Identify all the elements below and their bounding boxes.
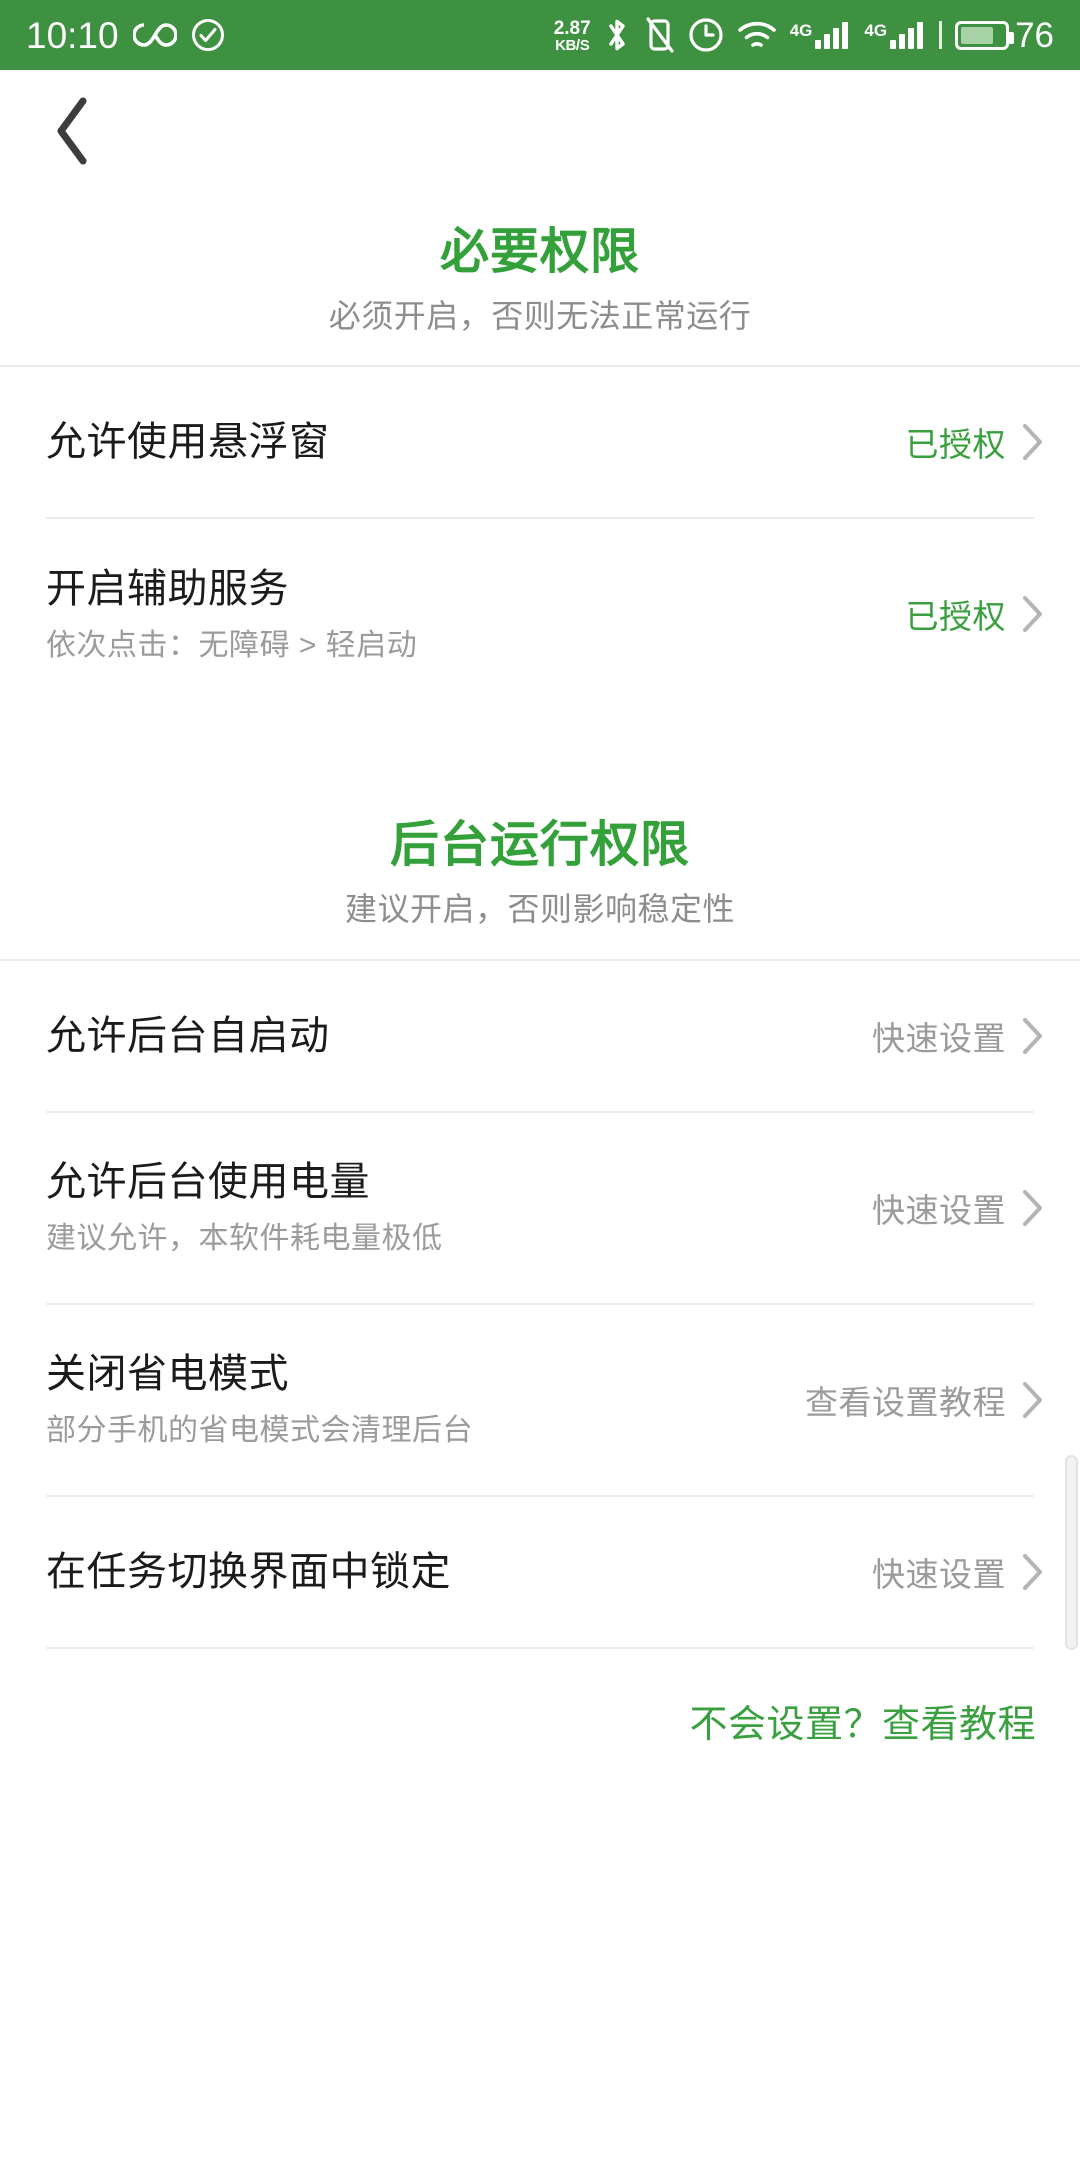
chevron-right-icon <box>1023 596 1042 633</box>
permission-row-floating-window[interactable]: 允许使用悬浮窗 已授权 <box>0 367 1080 518</box>
status-bar: 10:10 2.87 KB/S 4G 4G 76 <box>0 0 1080 70</box>
row-action[interactable]: 已授权 <box>906 418 1045 466</box>
permission-row-lock-in-recents[interactable]: 在任务切换界面中锁定 快速设置 <box>0 1496 1080 1647</box>
section-title: 必要权限 <box>439 225 640 279</box>
chevron-right-icon <box>1023 1381 1042 1418</box>
status-badge: 查看设置教程 <box>805 1383 1006 1421</box>
status-separator <box>939 21 943 49</box>
permission-row-autostart[interactable]: 允许后台自启动 快速设置 <box>0 960 1080 1111</box>
section-subtitle: 必须开启，否则无法正常运行 <box>328 297 752 334</box>
row-title: 关闭省电模式 <box>46 1352 289 1397</box>
row-subtitle: 建议允许，本软件耗电量极低 <box>46 1222 443 1256</box>
row-title: 允许后台自启动 <box>46 1013 330 1058</box>
infinity-icon <box>132 21 177 49</box>
status-badge: 已授权 <box>905 426 1006 464</box>
section-header-background: 后台运行权限 建议开启，否则影响稳定性 <box>0 817 1080 930</box>
check-circle-icon <box>191 18 225 52</box>
status-badge: 快速设置 <box>872 1555 1006 1593</box>
row-texts: 开启辅助服务 依次点击：无障碍 > 轻启动 <box>46 564 886 665</box>
sim1-signal-indicator: 4G <box>789 20 852 49</box>
status-badge: 已授权 <box>905 598 1006 636</box>
chevron-right-icon <box>1023 1017 1042 1054</box>
help-tutorial-link[interactable]: 不会设置？查看教程 <box>689 1693 1036 1748</box>
battery-percent: 76 <box>1015 15 1054 55</box>
vertical-scrollbar[interactable] <box>1065 1455 1078 1650</box>
status-badge: 快速设置 <box>872 1019 1006 1057</box>
row-texts: 允许使用悬浮窗 <box>46 417 886 467</box>
phone-screen: 10:10 2.87 KB/S 4G 4G 76 必要权限 必须开启，否则无法正… <box>0 0 1080 2160</box>
network-speed-unit: KB/S <box>555 37 590 54</box>
app-nav-bar <box>0 70 1080 182</box>
section-subtitle: 建议开启，否则影响稳定性 <box>344 891 735 928</box>
row-subtitle: 依次点击：无障碍 > 轻启动 <box>46 628 418 662</box>
wifi-icon <box>737 19 777 51</box>
permission-row-background-battery[interactable]: 允许后台使用电量 建议允许，本软件耗电量极低 快速设置 <box>0 1112 1080 1303</box>
vibrate-off-icon <box>643 16 675 54</box>
row-action[interactable]: 已授权 <box>906 590 1045 638</box>
row-texts: 允许后台使用电量 建议允许，本软件耗电量极低 <box>46 1157 852 1258</box>
sim2-signal-indicator: 4G <box>864 20 926 49</box>
row-action[interactable]: 快速设置 <box>872 1184 1044 1232</box>
status-bar-right: 2.87 KB/S 4G 4G 76 <box>554 16 1054 54</box>
status-bar-left: 10:10 <box>26 17 225 54</box>
section-header-required: 必要权限 必须开启，否则无法正常运行 <box>0 224 1080 337</box>
alarm-clock-icon <box>688 17 724 53</box>
network-speed-value: 2.87 <box>553 18 591 39</box>
row-texts: 允许后台自启动 <box>46 1011 852 1061</box>
chevron-right-icon <box>1023 424 1042 461</box>
permission-list-required: 允许使用悬浮窗 已授权 开启辅助服务 依次点击：无障碍 > 轻启动 已授权 <box>0 365 1080 710</box>
row-texts: 关闭省电模式 部分手机的省电模式会清理后台 <box>46 1349 785 1450</box>
section-title: 后台运行权限 <box>389 818 690 873</box>
sim2-signal-bars <box>890 21 926 49</box>
bluetooth-icon <box>604 16 630 54</box>
row-title: 允许使用悬浮窗 <box>46 420 330 465</box>
permission-list-background: 允许后台自启动 快速设置 允许后台使用电量 建议允许，本软件耗电量极低 快速设置 <box>0 958 1080 1649</box>
back-button[interactable] <box>32 90 114 172</box>
battery-icon <box>955 20 1015 50</box>
row-title: 开启辅助服务 <box>46 566 289 611</box>
sim1-signal-bars <box>815 21 851 49</box>
battery-indicator: 76 <box>955 18 1054 53</box>
row-title: 允许后台使用电量 <box>46 1160 370 1205</box>
row-action[interactable]: 快速设置 <box>872 1012 1044 1060</box>
chevron-right-icon <box>1023 1553 1042 1590</box>
row-texts: 在任务切换界面中锁定 <box>46 1547 852 1597</box>
network-speed-indicator: 2.87 KB/S <box>554 19 591 53</box>
status-bar-clock: 10:10 <box>26 14 119 56</box>
sim1-network-label: 4G <box>789 20 813 40</box>
back-arrow-icon <box>57 97 87 165</box>
status-badge: 快速设置 <box>872 1191 1006 1229</box>
permission-row-power-save-mode[interactable]: 关闭省电模式 部分手机的省电模式会清理后台 查看设置教程 <box>0 1304 1080 1495</box>
permission-row-accessibility-service[interactable]: 开启辅助服务 依次点击：无障碍 > 轻启动 已授权 <box>0 519 1080 710</box>
footer-area: 不会设置？查看教程 <box>0 1649 1080 1748</box>
row-title: 在任务切换界面中锁定 <box>46 1549 451 1594</box>
sim2-network-label: 4G <box>864 20 888 40</box>
row-action[interactable]: 查看设置教程 <box>805 1376 1044 1424</box>
chevron-right-icon <box>1023 1189 1042 1226</box>
row-action[interactable]: 快速设置 <box>872 1548 1044 1596</box>
row-subtitle: 部分手机的省电模式会清理后台 <box>46 1414 473 1448</box>
battery-fill <box>961 26 993 44</box>
